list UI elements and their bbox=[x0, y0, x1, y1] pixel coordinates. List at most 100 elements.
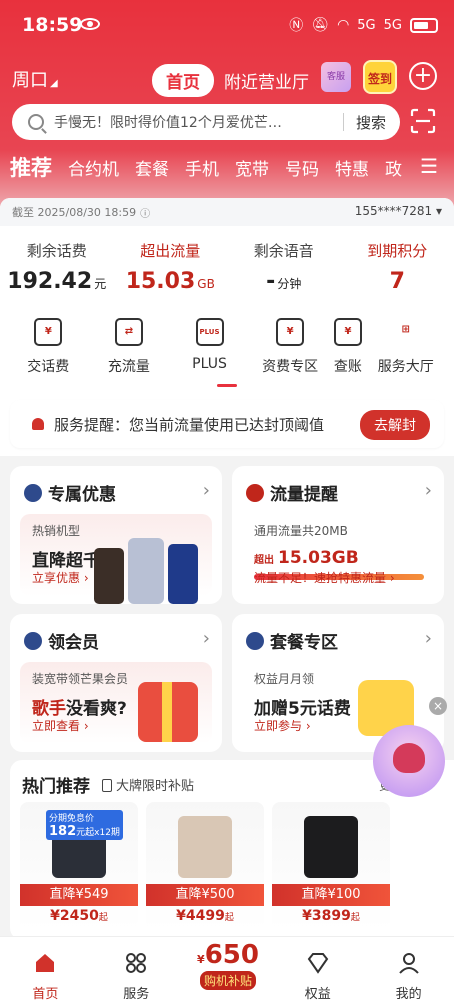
category-phone[interactable]: 手机 bbox=[185, 155, 219, 180]
stat-points[interactable]: 到期积分 7 bbox=[341, 240, 454, 294]
phone-bill-icon: ¥ bbox=[34, 318, 63, 346]
stat-balance[interactable]: 剩余话费 192.42 元 bbox=[0, 240, 114, 294]
card-data-reminder[interactable]: 流量提醒 › 通用流量共20MB 超出 15.03GB 流量不足！速抢特惠流量 › bbox=[232, 466, 444, 604]
category-gov[interactable]: 政 bbox=[385, 155, 402, 180]
category-number[interactable]: 号码 bbox=[285, 155, 319, 180]
bill-icon: ¥ bbox=[333, 318, 362, 346]
location-selector[interactable]: 周口 ◢ bbox=[12, 66, 58, 92]
card-link[interactable]: 立享优惠 › bbox=[32, 569, 89, 586]
card-title: 领会员 bbox=[24, 628, 99, 653]
card-link[interactable]: 立即查看 › bbox=[32, 717, 89, 734]
category-contract-phone[interactable]: 合约机 bbox=[68, 155, 119, 180]
service-hall[interactable]: ⊞ 服务大厅 bbox=[365, 318, 446, 376]
phones-image bbox=[94, 538, 204, 604]
close-icon[interactable]: × bbox=[429, 697, 447, 715]
stat-over-data[interactable]: 超出流量 15.03 GB bbox=[114, 240, 228, 294]
service-pay-bill[interactable]: ¥ 交话费 bbox=[8, 318, 89, 376]
installment-badge: 分期免息价 182元起x12期 bbox=[46, 810, 123, 840]
tab-home[interactable]: 首页 bbox=[152, 64, 214, 97]
unlock-button[interactable]: 去解封 bbox=[360, 410, 430, 440]
location-label: 周口 bbox=[12, 70, 48, 91]
category-deals[interactable]: 特惠 bbox=[335, 155, 369, 180]
category-broadband[interactable]: 宽带 bbox=[235, 155, 269, 180]
product-image bbox=[178, 816, 232, 878]
service-top-up-data[interactable]: ⇄ 充流量 bbox=[89, 318, 170, 376]
category-plan[interactable]: 套餐 bbox=[135, 155, 169, 180]
info-icon[interactable]: ⓘ bbox=[140, 205, 150, 220]
over-data-value: 超出 15.03GB bbox=[254, 548, 359, 568]
menu-icon[interactable]: ☰ bbox=[420, 154, 438, 178]
card-title: 专属优惠 bbox=[24, 480, 116, 505]
card-link[interactable]: 立即参与 › bbox=[254, 717, 311, 734]
nav-service[interactable]: 服务 bbox=[91, 937, 182, 1000]
stat-value: - 分钟 bbox=[266, 269, 302, 294]
crown-icon: PLUS bbox=[195, 318, 224, 346]
service-label: 交话费 bbox=[27, 359, 70, 375]
card-headline: 歌手没看爽? bbox=[32, 699, 127, 719]
search-bar[interactable]: 手慢无！限时得价值12个月爱优芒… 搜索 bbox=[12, 104, 400, 140]
customer-service-button[interactable]: 客服 bbox=[321, 62, 351, 92]
card-title: 套餐专区 bbox=[246, 628, 338, 653]
card-exclusive-offer[interactable]: 专属优惠 › 热销机型 直降超千元 立享优惠 › bbox=[10, 466, 222, 604]
subsidy-label: 购机补贴 bbox=[199, 971, 256, 990]
stat-label: 剩余语音 bbox=[253, 242, 314, 260]
product-card[interactable]: 分期免息价 182元起x12期 直降¥549 ¥2450起 bbox=[20, 802, 138, 930]
service-label: 资费专区 bbox=[262, 359, 319, 375]
phone-selector[interactable]: 155****7281 ▾ bbox=[355, 204, 442, 218]
plus-icon[interactable]: + bbox=[409, 62, 437, 90]
chevron-right-icon: › bbox=[424, 480, 432, 501]
exchange-icon: ⇄ bbox=[114, 318, 143, 346]
tariff-icon: ¥ bbox=[276, 318, 305, 346]
product-card[interactable]: 直降¥500 ¥4499起 bbox=[146, 802, 264, 930]
stat-label: 到期积分 bbox=[367, 242, 428, 260]
phone-number: 155****7281 bbox=[354, 204, 433, 218]
section-subtitle: 大牌限时补贴 bbox=[102, 775, 194, 794]
battery-icon bbox=[410, 17, 438, 33]
tab-nearby-store[interactable]: 附近营业厅 bbox=[224, 68, 309, 93]
nav-mine[interactable]: 我的 bbox=[363, 937, 454, 1000]
diamond-icon bbox=[307, 953, 329, 974]
service-bill-query[interactable]: ¥ 查账 bbox=[330, 318, 365, 376]
service-plus[interactable]: PLUS PLUS bbox=[169, 318, 250, 376]
service-tariff[interactable]: ¥ 资费专区 bbox=[250, 318, 331, 376]
page-indicator bbox=[217, 384, 237, 387]
product-price: ¥3899起 bbox=[302, 908, 360, 924]
quick-services: ¥ 交话费 ⇄ 充流量 PLUS PLUS ¥ 资费专区 ¥ 查账 ⊞ 服务大厅 bbox=[0, 318, 454, 376]
search-button[interactable]: 搜索 bbox=[344, 112, 400, 133]
nav-label: 权益 bbox=[304, 987, 331, 1000]
scan-icon[interactable] bbox=[410, 108, 436, 134]
nav-home[interactable]: 首页 bbox=[0, 937, 91, 1000]
plan-icon bbox=[246, 631, 264, 650]
product-price: ¥2450起 bbox=[50, 908, 108, 924]
floating-mascot[interactable] bbox=[373, 725, 445, 797]
account-stats: 剩余话费 192.42 元 超出流量 15.03 GB 剩余语音 - 分钟 到期积分 … bbox=[0, 240, 454, 294]
service-label: 服务大厅 bbox=[377, 359, 434, 375]
chevron-right-icon: › bbox=[202, 628, 210, 649]
signin-button[interactable]: 签到 bbox=[363, 60, 397, 94]
stat-voice[interactable]: 剩余语音 - 分钟 bbox=[227, 240, 341, 294]
service-label: 充流量 bbox=[107, 359, 150, 375]
category-recommend[interactable]: 推荐 bbox=[10, 152, 52, 182]
product-image bbox=[304, 816, 358, 878]
offer-icon bbox=[24, 483, 42, 502]
status-bar: 18:59 Ⓝ 🔕︎ ◠ 5G 5G bbox=[0, 0, 454, 52]
chevron-right-icon: › bbox=[424, 628, 432, 649]
card-headline: 加赠5元话费 bbox=[254, 699, 351, 719]
card-link[interactable]: 流量不足！速抢特惠流量 › bbox=[254, 569, 395, 586]
user-icon bbox=[398, 953, 419, 974]
product-card[interactable]: 直降¥100 ¥3899起 bbox=[272, 802, 390, 930]
card-subtitle: 通用流量共20MB bbox=[254, 524, 348, 538]
card-membership[interactable]: 领会员 › 装宽带领芒果会员 歌手没看爽? 立即查看 › bbox=[10, 614, 222, 752]
signal-icon-2: 5G bbox=[383, 17, 402, 33]
product-list: 分期免息价 182元起x12期 直降¥549 ¥2450起 直降¥500 ¥449… bbox=[20, 802, 390, 930]
gift-image bbox=[138, 682, 198, 742]
card-title: 流量提醒 bbox=[246, 480, 338, 505]
data-icon bbox=[246, 483, 264, 502]
search-input[interactable]: 手慢无！限时得价值12个月爱优芒… bbox=[54, 112, 343, 132]
card-subtitle: 热销机型 bbox=[32, 524, 81, 538]
card-subtitle: 装宽带领芒果会员 bbox=[32, 672, 129, 686]
nav-benefits[interactable]: 权益 bbox=[272, 937, 363, 1000]
discount-tag: 直降¥549 bbox=[20, 884, 138, 906]
nav-purchase-subsidy[interactable]: ¥650 购机补贴 bbox=[196, 940, 260, 998]
card-body: 通用流量共20MB 超出 15.03GB 流量不足！速抢特惠流量 › bbox=[242, 514, 434, 596]
